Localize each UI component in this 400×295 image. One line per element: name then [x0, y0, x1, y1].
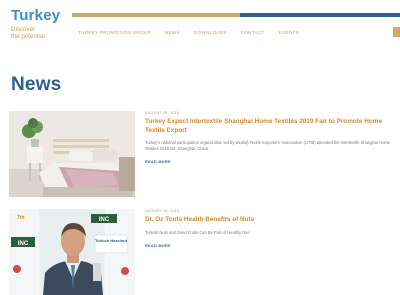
read-more-link[interactable]: READ MORE [145, 160, 394, 164]
site-header: Turkey Discover the potential TURKEY PRO… [0, 0, 400, 52]
menu-toggle-button[interactable] [393, 27, 400, 37]
site-logo[interactable]: Turkey Discover the potential [11, 7, 61, 41]
image-logo-text: INC [99, 217, 110, 223]
article-excerpt: Turkey's national participation organiza… [145, 140, 391, 152]
article-thumbnail[interactable] [9, 111, 135, 197]
article-meta: AUGUST 28, 2019 Turkey Expect Intertexti… [145, 111, 394, 164]
main-nav: TURKEY PROMOTION GROUP NEWS DOWNLOADS CO… [78, 30, 299, 35]
image-logo-text: 7th [17, 215, 25, 221]
nav-item-turkey-promotion-group[interactable]: TURKEY PROMOTION GROUP [78, 30, 151, 35]
bedroom-photo [9, 111, 135, 197]
nav-item-events[interactable]: EVENTS [279, 30, 299, 35]
article-date: AUGUST 19, 2019 [145, 209, 180, 213]
read-more-link[interactable]: READ MORE [145, 244, 394, 248]
image-logo-text: Turkish Hazelnut [95, 238, 128, 243]
nav-item-news[interactable]: NEWS [165, 30, 180, 35]
article-meta: AUGUST 19, 2019 Dr. Oz Touts Health Bene… [145, 209, 394, 248]
header-accent-bar-gold [72, 13, 240, 17]
article-thumbnail[interactable]: INC INC Turkish Hazelnut 7th [9, 209, 135, 295]
nav-item-contact[interactable]: CONTACT [241, 30, 265, 35]
nav-item-downloads[interactable]: DOWNLOADS [194, 30, 227, 35]
image-logo-text: INC [18, 241, 29, 247]
article-title-link[interactable]: Dr. Oz Touts Health Benefits of Nuts [145, 216, 394, 225]
page-title: News [11, 74, 62, 95]
logo-wordmark: Turkey [11, 7, 61, 24]
interview-photo: INC INC Turkish Hazelnut 7th [9, 209, 135, 295]
logo-tagline: Discover the potential [11, 26, 45, 40]
header-accent-bar-blue [240, 13, 400, 17]
article-date: AUGUST 28, 2019 [145, 111, 180, 115]
article-title-link[interactable]: Turkey Expect Intertextile Shanghai Home… [145, 118, 394, 135]
article-excerpt: Turkish Nuts and Dried Fruits Can Be Par… [145, 229, 250, 235]
